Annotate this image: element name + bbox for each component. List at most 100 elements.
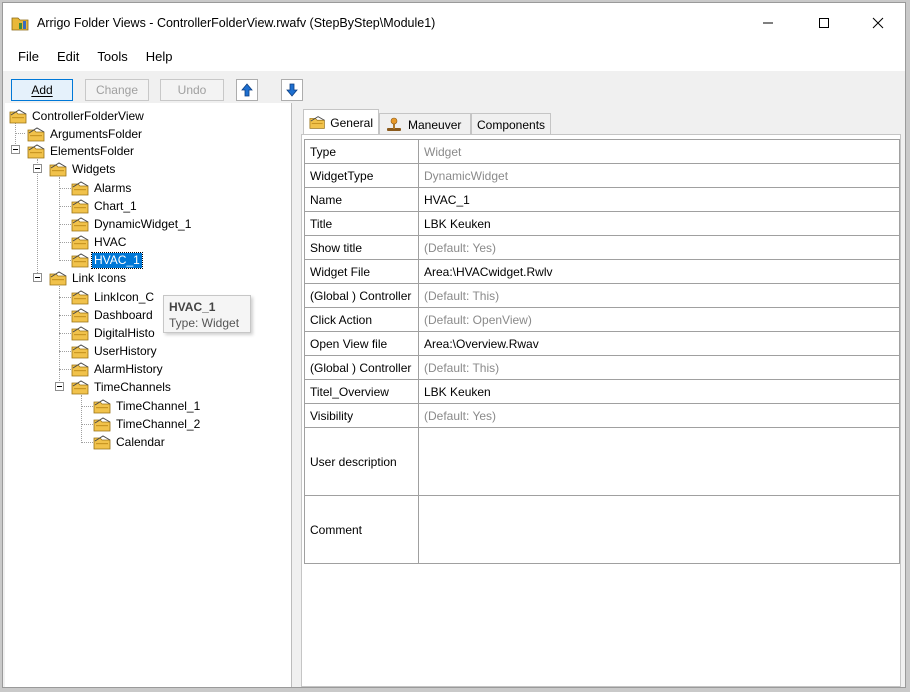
property-row[interactable]: Show title (Default: Yes) xyxy=(304,235,900,260)
tree-item-timechannel-2[interactable]: TimeChannel_2 xyxy=(93,415,202,433)
tab-components[interactable]: Components xyxy=(471,113,551,135)
collapse-toggle-elements[interactable] xyxy=(11,145,20,154)
property-value[interactable]: Area:\HVACwidget.Rwlv xyxy=(418,259,900,284)
tree-item-linkicon[interactable]: LinkIcon_C xyxy=(71,288,156,306)
property-value[interactable]: HVAC_1 xyxy=(418,187,900,212)
property-row[interactable]: Titel_Overview LBK Keuken xyxy=(304,379,900,404)
tree-item-timechannel-1[interactable]: TimeChannel_1 xyxy=(93,397,202,415)
property-name: Title xyxy=(304,211,419,236)
property-value[interactable] xyxy=(418,427,900,496)
tree-item-timechannels[interactable]: TimeChannels xyxy=(71,378,173,396)
tab-general[interactable]: General xyxy=(303,109,379,135)
change-button[interactable]: Change xyxy=(85,79,149,101)
property-value[interactable] xyxy=(418,495,900,564)
menu-tools[interactable]: Tools xyxy=(88,43,136,71)
property-row[interactable]: Widget File Area:\HVACwidget.Rwlv xyxy=(304,259,900,284)
property-row[interactable]: Name HVAC_1 xyxy=(304,187,900,212)
maximize-button[interactable] xyxy=(801,3,847,43)
property-row[interactable]: (Global ) Controller (Default: This) xyxy=(304,283,900,308)
tree-item-alarm-history[interactable]: AlarmHistory xyxy=(71,360,165,378)
folder-tree[interactable]: ControllerFolderView ArgumentsFolder Ele… xyxy=(5,103,292,687)
tooltip-title: HVAC_1 xyxy=(169,300,216,314)
collapse-toggle-link-icons[interactable] xyxy=(33,273,42,282)
tree-connector xyxy=(37,159,38,279)
tree-item-link-icons[interactable]: Link Icons xyxy=(49,269,128,287)
tree-item-arguments[interactable]: ArgumentsFolder xyxy=(27,125,144,143)
tree-item-label: ElementsFolder xyxy=(50,143,135,158)
folder-icon xyxy=(71,380,89,395)
tree-item-hvac[interactable]: HVAC xyxy=(71,233,128,251)
joystick-icon xyxy=(387,117,401,131)
arrow-up-icon xyxy=(241,83,253,97)
app-window: Arrigo Folder Views - ControllerFolderVi… xyxy=(2,2,906,688)
tree-connector xyxy=(81,442,93,443)
tree-item-widgets[interactable]: Widgets xyxy=(49,160,117,178)
maximize-icon xyxy=(819,18,829,28)
property-row[interactable]: User description xyxy=(304,427,900,496)
minimize-icon xyxy=(763,22,773,24)
minimize-button[interactable] xyxy=(745,3,791,43)
tree-connector xyxy=(59,188,71,189)
property-row[interactable]: WidgetType DynamicWidget xyxy=(304,163,900,188)
property-value[interactable]: LBK Keuken xyxy=(418,211,900,236)
property-row[interactable]: Open View file Area:\Overview.Rwav xyxy=(304,331,900,356)
property-row[interactable]: (Global ) Controller (Default: This) xyxy=(304,355,900,380)
tree-connector xyxy=(59,369,71,370)
collapse-toggle-widgets[interactable] xyxy=(33,164,42,173)
property-value[interactable]: (Default: Yes) xyxy=(418,403,900,428)
tree-item-chart[interactable]: Chart_1 xyxy=(71,197,139,215)
tree-item-calendar[interactable]: Calendar xyxy=(93,433,167,451)
tree-item-label: DynamicWidget_1 xyxy=(94,216,192,231)
tree-connector xyxy=(81,395,82,443)
move-up-button[interactable] xyxy=(236,79,258,101)
property-value[interactable]: (Default: This) xyxy=(418,283,900,308)
window-title: Arrigo Folder Views - ControllerFolderVi… xyxy=(37,16,436,30)
property-row[interactable]: Type Widget xyxy=(304,139,900,164)
property-value[interactable]: Area:\Overview.Rwav xyxy=(418,331,900,356)
tree-item-digital-history[interactable]: DigitalHisto xyxy=(71,324,157,342)
tree-item-hvac-1[interactable]: HVAC_1 xyxy=(71,251,143,269)
folder-icon xyxy=(93,435,111,450)
tree-connector xyxy=(59,260,71,261)
menu-help[interactable]: Help xyxy=(137,43,182,71)
tree-connector xyxy=(59,315,71,316)
property-row[interactable]: Click Action (Default: OpenView) xyxy=(304,307,900,332)
tree-connector xyxy=(81,424,93,425)
property-name: Type xyxy=(304,139,419,164)
close-button[interactable] xyxy=(855,3,901,43)
property-row[interactable]: Visibility (Default: Yes) xyxy=(304,403,900,428)
property-value[interactable]: LBK Keuken xyxy=(418,379,900,404)
menu-edit[interactable]: Edit xyxy=(48,43,88,71)
title-bar: Arrigo Folder Views - ControllerFolderVi… xyxy=(3,3,905,43)
move-down-button[interactable] xyxy=(281,79,303,101)
property-row[interactable]: Comment xyxy=(304,495,900,564)
menu-file[interactable]: File xyxy=(9,43,48,71)
collapse-toggle-timechannels[interactable] xyxy=(55,382,64,391)
tree-item-dynamic-widget[interactable]: DynamicWidget_1 xyxy=(71,215,193,233)
property-value[interactable]: Widget xyxy=(418,139,900,164)
tree-item-root[interactable]: ControllerFolderView xyxy=(9,107,146,125)
tree-item-dashboard[interactable]: Dashboard xyxy=(71,306,155,324)
property-name: User description xyxy=(304,427,419,496)
property-name: (Global ) Controller xyxy=(304,283,419,308)
folder-icon xyxy=(71,326,89,341)
tree-item-user-history[interactable]: UserHistory xyxy=(71,342,159,360)
tree-item-elements[interactable]: ElementsFolder xyxy=(27,142,136,160)
property-value[interactable]: (Default: Yes) xyxy=(418,235,900,260)
undo-button[interactable]: Undo xyxy=(160,79,224,101)
folder-icon xyxy=(49,162,67,177)
tree-connector xyxy=(15,133,25,134)
tree-item-label: TimeChannels xyxy=(94,379,171,394)
property-row[interactable]: Title LBK Keuken xyxy=(304,211,900,236)
tree-item-label: Link Icons xyxy=(72,270,127,285)
tree-item-alarms[interactable]: Alarms xyxy=(71,179,133,197)
tab-maneuver[interactable]: Maneuver xyxy=(379,113,471,135)
property-value[interactable]: (Default: OpenView) xyxy=(418,307,900,332)
property-value[interactable]: DynamicWidget xyxy=(418,163,900,188)
tree-item-label: Chart_1 xyxy=(94,198,137,213)
add-button[interactable]: Add xyxy=(11,79,73,101)
close-icon xyxy=(872,17,884,29)
property-value[interactable]: (Default: This) xyxy=(418,355,900,380)
tree-item-label: ControllerFolderView xyxy=(32,108,144,123)
folder-icon xyxy=(9,109,27,124)
